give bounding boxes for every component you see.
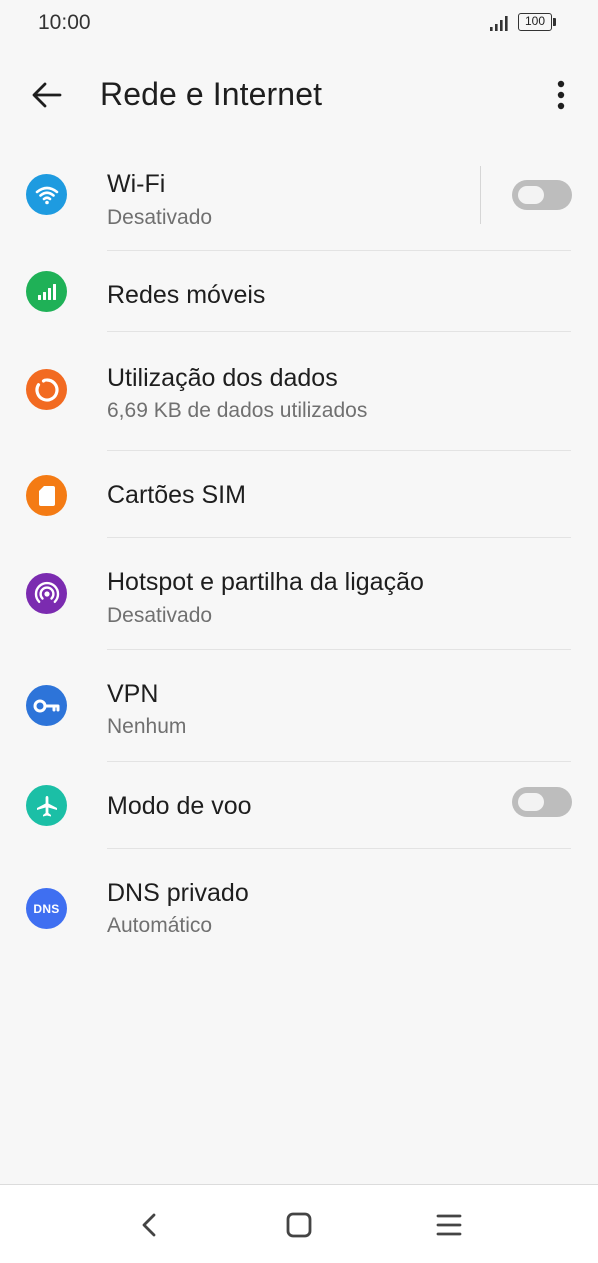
- app-bar: Rede e Internet: [0, 60, 598, 130]
- mobile-networks-row[interactable]: Redes móveis: [0, 251, 598, 331]
- private-dns-row[interactable]: DNS DNS privado Automático: [0, 849, 598, 959]
- mobile-networks-title: Redes móveis: [107, 281, 266, 309]
- wifi-icon: [26, 174, 67, 215]
- system-nav-bar: [0, 1184, 598, 1263]
- page-title: Rede e Internet: [100, 76, 323, 112]
- vpn-row[interactable]: VPN Nenhum: [0, 650, 598, 760]
- status-time: 10:00: [38, 11, 91, 34]
- data-usage-title: Utilização dos dados: [107, 364, 338, 392]
- nav-back-icon[interactable]: [132, 1207, 168, 1243]
- battery-icon: 100: [518, 13, 552, 31]
- airplane-icon: [26, 785, 67, 826]
- airplane-mode-toggle[interactable]: [512, 787, 572, 817]
- signal-bars-icon: [26, 271, 67, 312]
- wifi-status: Desativado: [107, 206, 213, 229]
- wifi-row[interactable]: Wi-Fi Desativado: [0, 160, 598, 250]
- wifi-title: Wi-Fi: [107, 170, 166, 198]
- data-usage-row[interactable]: Utilização dos dados 6,69 KB de dados ut…: [0, 332, 598, 450]
- more-options-icon[interactable]: [545, 75, 577, 115]
- private-dns-title: DNS privado: [107, 879, 249, 907]
- sim-cards-title: Cartões SIM: [107, 481, 246, 509]
- status-bar: 10:00 100: [0, 0, 598, 48]
- battery-tip: [553, 18, 556, 26]
- vpn-key-icon: [26, 685, 67, 726]
- wifi-toggle-knob: [518, 186, 544, 204]
- nav-home-icon[interactable]: [281, 1207, 317, 1243]
- hotspot-title: Hotspot e partilha da ligação: [107, 568, 424, 596]
- hotspot-icon: [26, 573, 67, 614]
- airplane-mode-title: Modo de voo: [107, 792, 252, 820]
- hotspot-row[interactable]: Hotspot e partilha da ligação Desativado: [0, 538, 598, 650]
- airplane-mode-toggle-knob: [518, 793, 544, 811]
- vpn-title: VPN: [107, 680, 159, 708]
- cell-signal-icon: [490, 16, 508, 31]
- sim-card-icon: [26, 475, 67, 516]
- private-dns-status: Automático: [107, 914, 213, 937]
- nav-menu-icon[interactable]: [431, 1207, 467, 1243]
- dns-icon: DNS: [26, 888, 67, 929]
- wifi-separator: [480, 166, 481, 224]
- data-usage-summary: 6,69 KB de dados utilizados: [107, 399, 368, 422]
- hotspot-status: Desativado: [107, 604, 213, 627]
- vpn-status: Nenhum: [107, 715, 187, 738]
- back-arrow-icon[interactable]: [30, 78, 64, 112]
- sim-cards-row[interactable]: Cartões SIM: [0, 451, 598, 537]
- wifi-toggle[interactable]: [512, 180, 572, 210]
- data-usage-icon: [26, 369, 67, 410]
- airplane-mode-row[interactable]: Modo de voo: [0, 762, 598, 848]
- camera-notch: [232, 0, 334, 46]
